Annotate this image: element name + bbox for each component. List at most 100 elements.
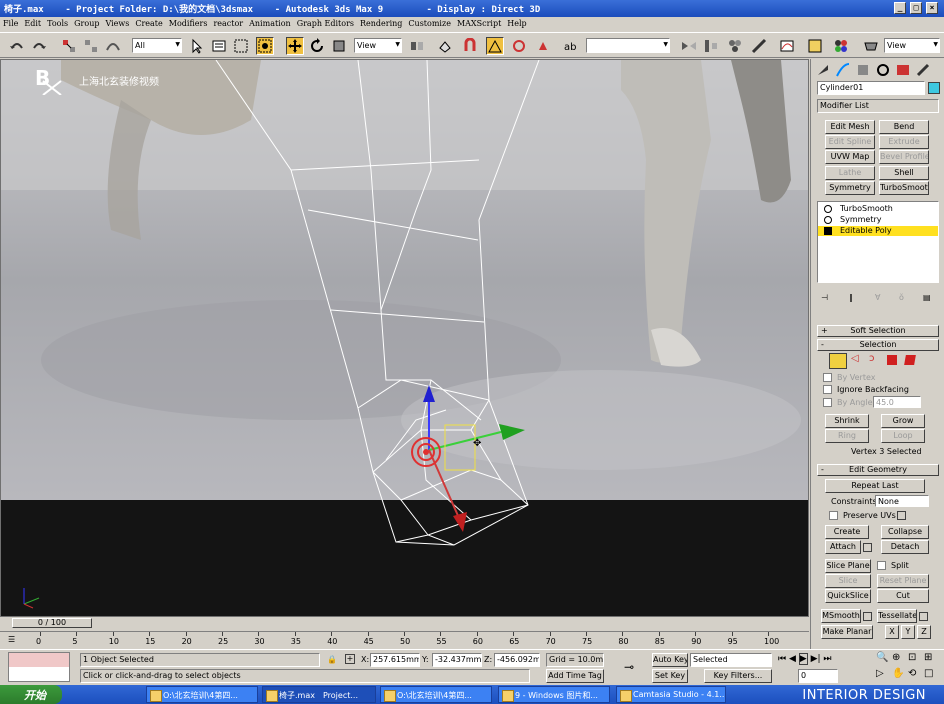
named-selection-icon[interactable]: ab <box>562 37 580 55</box>
z-coord-field[interactable]: -456.092mm <box>494 653 540 667</box>
preserve-uvs-settings-icon[interactable] <box>897 511 906 520</box>
by-vertex-checkbox[interactable] <box>823 373 832 382</box>
selection-filter-dropdown[interactable]: All <box>132 38 182 53</box>
schematic-view-icon[interactable] <box>806 37 824 55</box>
start-button[interactable]: 开始 <box>0 685 62 704</box>
x-coord-field[interactable]: 257.615mm <box>370 653 420 667</box>
maxscript-listener-mini[interactable] <box>8 652 70 682</box>
constraints-dropdown[interactable]: None <box>875 495 929 507</box>
add-time-tag-button[interactable]: Add Time Tag <box>546 669 604 683</box>
lock-selection-icon[interactable]: 🔒 <box>327 655 337 664</box>
curve-editor-icon[interactable] <box>778 37 796 55</box>
by-angle-checkbox[interactable] <box>823 398 832 407</box>
menu-views[interactable]: Views <box>102 17 132 28</box>
menu-reactor[interactable]: reactor <box>210 17 246 28</box>
align-icon[interactable] <box>702 37 720 55</box>
track-bar[interactable]: ☰ 0 5 10 15 20 25 30 35 40 45 50 55 60 65 70 75 80 85 90 95… <box>0 631 809 649</box>
taskbar-item[interactable]: O:\北玄培训\4第四... <box>146 686 258 703</box>
menu-help[interactable]: Help <box>504 17 529 28</box>
absolute-mode-icon[interactable]: + <box>345 654 355 664</box>
soft-selection-rollout[interactable]: + Soft Selection <box>817 325 939 337</box>
field-of-view-icon[interactable]: ▷ <box>876 668 884 679</box>
slice-button[interactable]: Slice <box>825 574 871 588</box>
select-and-scale-icon[interactable] <box>330 37 348 55</box>
extrude-button[interactable]: Extrude <box>879 135 929 149</box>
grow-button[interactable]: Grow <box>881 414 925 428</box>
menu-tools[interactable]: Tools <box>44 17 71 28</box>
manipulate-icon[interactable] <box>436 37 454 55</box>
lathe-button[interactable]: Lathe <box>825 166 875 180</box>
graphite-modeling-icon[interactable] <box>750 37 768 55</box>
taskbar-item[interactable]: 9 - Windows 图片和... <box>498 686 610 703</box>
redo-icon[interactable] <box>30 37 48 55</box>
previous-frame-icon[interactable]: ◀ <box>789 654 796 664</box>
pan-icon[interactable]: ✋ <box>892 668 904 679</box>
edit-geometry-rollout[interactable]: - Edit Geometry <box>817 464 939 476</box>
y-coord-field[interactable]: -32.437mm <box>432 653 482 667</box>
element-mode-icon[interactable] <box>904 355 916 365</box>
perspective-viewport[interactable]: ✥ B 上海北玄装修视频 <box>0 59 809 617</box>
edit-spline-button[interactable]: Edit Spline <box>825 135 875 149</box>
unlink-icon[interactable] <box>82 37 100 55</box>
bevel-profile-button[interactable]: Bevel Profile <box>879 150 929 164</box>
maximize-viewport-icon[interactable]: □ <box>924 668 933 679</box>
set-key-button[interactable]: Set Key <box>652 669 688 683</box>
ring-button[interactable]: Ring <box>825 429 869 443</box>
pin-stack-icon[interactable]: ⊣ <box>821 293 828 302</box>
modifier-list-dropdown[interactable]: Modifier List <box>817 99 939 113</box>
maximize-button[interactable]: □ <box>910 2 922 14</box>
border-mode-icon[interactable]: ↄ <box>869 353 875 364</box>
edge-mode-icon[interactable]: ◁ <box>851 353 859 364</box>
select-and-link-icon[interactable] <box>60 37 78 55</box>
bind-space-warp-icon[interactable] <box>104 37 122 55</box>
menu-customize[interactable]: Customize <box>405 17 454 28</box>
make-unique-icon[interactable]: ∀ <box>875 293 880 302</box>
current-frame-field[interactable]: 0 <box>798 669 838 683</box>
tessellate-settings-icon[interactable] <box>919 612 928 621</box>
ignore-backfacing-checkbox[interactable] <box>823 385 832 394</box>
key-set-dropdown[interactable]: Selected <box>690 653 772 667</box>
zoom-extents-all-icon[interactable]: ⊞ <box>924 652 932 663</box>
menu-group[interactable]: Group <box>71 17 102 28</box>
by-angle-spinner[interactable]: 45.0 <box>873 396 921 408</box>
remove-modifier-icon[interactable]: ŏ <box>899 293 904 302</box>
loop-button[interactable]: Loop <box>881 429 925 443</box>
layer-manager-icon[interactable] <box>726 37 744 55</box>
create-tab-icon[interactable] <box>815 62 831 78</box>
stack-item-editable-poly[interactable]: Editable Poly <box>818 226 938 236</box>
turbosmooth-button[interactable]: TurboSmooth <box>879 181 929 195</box>
configure-sets-icon[interactable]: ▤ <box>923 293 931 302</box>
shell-button[interactable]: Shell <box>879 166 929 180</box>
modify-tab-icon[interactable] <box>835 62 851 78</box>
pivot-center-icon[interactable] <box>408 37 426 55</box>
vertex-mode-icon[interactable] <box>829 353 847 369</box>
modifier-stack[interactable]: TurboSmooth Symmetry Editable Poly <box>817 201 939 283</box>
rectangular-selection-icon[interactable] <box>232 37 250 55</box>
angle-snap-icon[interactable] <box>486 37 504 55</box>
detach-button[interactable]: Detach <box>881 540 929 554</box>
time-slider[interactable]: 0 / 100 <box>12 618 92 628</box>
planar-y-button[interactable]: Y <box>901 625 915 639</box>
select-by-name-icon[interactable] <box>210 37 228 55</box>
polygon-mode-icon[interactable] <box>887 355 897 365</box>
lightbulb-icon[interactable] <box>824 227 832 235</box>
go-to-end-icon[interactable]: ⏭ <box>823 654 831 664</box>
menu-rendering[interactable]: Rendering <box>357 17 405 28</box>
lightbulb-icon[interactable] <box>824 205 832 213</box>
uvw-map-button[interactable]: UVW Map <box>825 150 875 164</box>
cut-button[interactable]: Cut <box>877 589 929 603</box>
menu-file[interactable]: File <box>0 17 21 28</box>
zoom-all-icon[interactable]: ⊕ <box>892 652 900 663</box>
attach-button[interactable]: Attach <box>825 540 861 554</box>
tessellate-button[interactable]: Tessellate <box>877 609 917 623</box>
split-checkbox[interactable] <box>877 561 886 570</box>
named-selection-dropdown[interactable] <box>586 38 670 53</box>
utilities-tab-icon[interactable] <box>915 62 931 78</box>
window-crossing-icon[interactable] <box>256 37 274 55</box>
shrink-button[interactable]: Shrink <box>825 414 869 428</box>
object-color-swatch[interactable] <box>928 82 940 94</box>
collapse-button[interactable]: Collapse <box>881 525 929 539</box>
symmetry-button[interactable]: Symmetry <box>825 181 875 195</box>
material-editor-icon[interactable] <box>832 37 850 55</box>
hierarchy-tab-icon[interactable] <box>855 62 871 78</box>
